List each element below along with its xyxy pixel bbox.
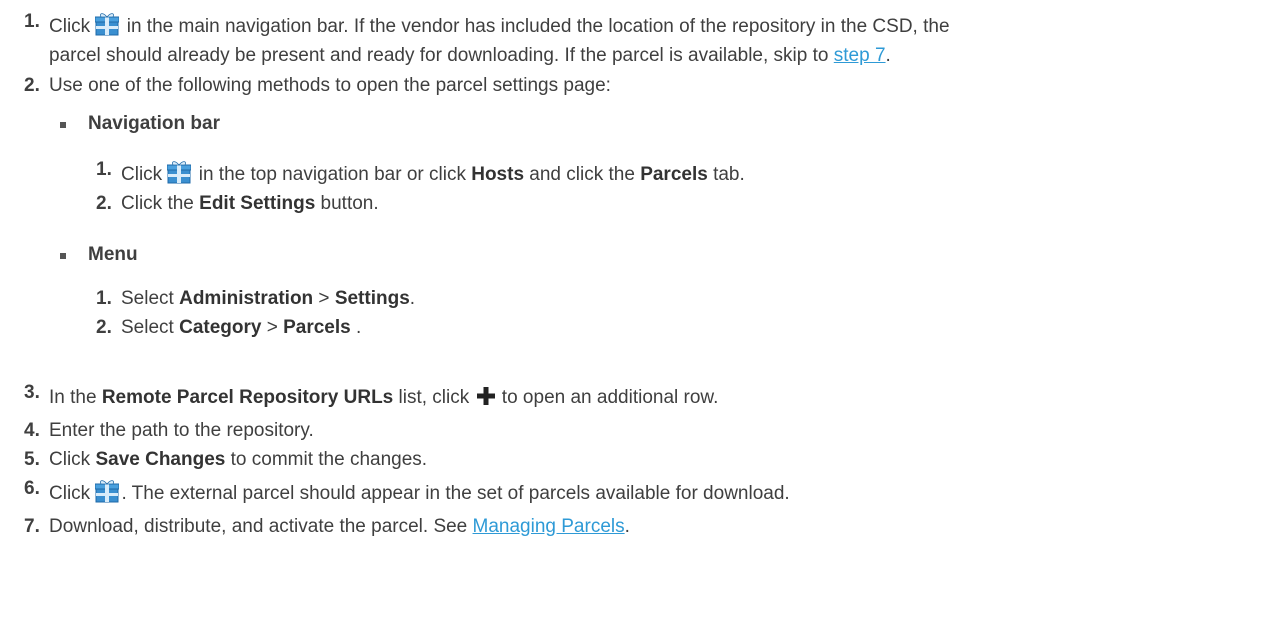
- step-number: 1.: [24, 11, 40, 32]
- separator: >: [261, 317, 284, 338]
- step-text: in the top navigation bar or click: [193, 164, 472, 185]
- step-text: Click: [121, 164, 163, 185]
- step-4: 4. Enter the path to the repository.: [24, 416, 1264, 445]
- step-text: in the main navigation bar. If the vendo…: [121, 16, 950, 37]
- step-number: 2.: [24, 75, 40, 96]
- step-text: list, click: [393, 387, 475, 408]
- menu-substep-1: 1. Select Administration > Settings.: [96, 284, 415, 313]
- step-text: Use one of the following methods to open…: [49, 75, 611, 96]
- step-text: Click: [49, 483, 91, 504]
- step-number: 7.: [24, 516, 40, 537]
- substep-number: 1.: [96, 159, 112, 180]
- step-text: .: [350, 317, 362, 338]
- administration-label: Administration: [179, 288, 314, 309]
- step-number: 4.: [24, 420, 40, 441]
- menu-substep-2: 2. Select Category > Parcels .: [96, 313, 361, 342]
- step-5: 5. Click Save Changes to commit the chang…: [24, 445, 1264, 474]
- step-text: .: [885, 45, 891, 66]
- step-text: Click: [49, 449, 96, 470]
- step-text: Select: [121, 288, 180, 309]
- step-number: 5.: [24, 449, 40, 470]
- step-text: Enter the path to the repository.: [49, 420, 314, 441]
- step-text: button.: [315, 193, 379, 214]
- parcel-gift-icon: [95, 13, 120, 36]
- parcel-gift-icon: [167, 161, 192, 184]
- edit-settings-label: Edit Settings: [199, 193, 316, 214]
- remote-parcel-urls-label: Remote Parcel Repository URLs: [101, 387, 394, 408]
- step-text: .: [409, 288, 416, 309]
- category-label: Category: [179, 317, 262, 338]
- managing-parcels-link[interactable]: Managing Parcels: [473, 516, 625, 537]
- settings-label: Settings: [334, 288, 410, 309]
- parcel-gift-icon: [95, 480, 120, 503]
- bullet-label: Menu: [88, 244, 138, 265]
- hosts-label: Hosts: [471, 164, 525, 185]
- save-changes-label: Save Changes: [95, 449, 226, 470]
- step-text: to commit the changes.: [225, 449, 428, 470]
- step-text: Click the: [121, 193, 200, 214]
- step-text: .: [624, 516, 630, 537]
- step-6: 6. Click . The external parcel should app…: [24, 478, 1264, 508]
- bullet-dot: [60, 253, 66, 259]
- step-3: 3. In the Remote Parcel Repository URLs l…: [24, 382, 1264, 412]
- step-number: 6.: [24, 478, 40, 499]
- nav-substep-1: 1. Click in the top navigation bar or cli…: [96, 159, 745, 189]
- step-text: parcel should already be present and rea…: [49, 45, 834, 66]
- substep-number: 2.: [96, 317, 112, 338]
- step-7-link[interactable]: step 7: [834, 45, 886, 66]
- parcels-label: Parcels: [283, 317, 351, 338]
- step-text: to open an additional row.: [496, 387, 719, 408]
- bullet-dot: [60, 122, 66, 128]
- step-2: 2. Use one of the following methods to op…: [24, 71, 1264, 100]
- substep-number: 2.: [96, 193, 112, 214]
- separator: >: [313, 288, 335, 309]
- bullet-label: Navigation bar: [88, 113, 220, 134]
- parcels-tab-label: Parcels: [640, 164, 708, 185]
- step-number: 3.: [24, 382, 40, 403]
- substep-number: 1.: [96, 288, 112, 309]
- nav-substep-2: 2. Click the Edit Settings button.: [96, 189, 379, 218]
- step-1: 1. Click in the main navigation bar. If t…: [24, 11, 1264, 70]
- step-text: Click: [49, 16, 91, 37]
- step-text: Download, distribute, and activate the p…: [49, 516, 473, 537]
- step-text: and click the: [524, 164, 641, 185]
- step-text: Select: [121, 317, 180, 338]
- plus-icon: [476, 387, 495, 405]
- step-text: In the: [49, 387, 102, 408]
- step-text: tab.: [707, 164, 745, 185]
- step-text: . The external parcel should appear in t…: [121, 483, 790, 504]
- step-7: 7. Download, distribute, and activate the…: [24, 512, 1264, 541]
